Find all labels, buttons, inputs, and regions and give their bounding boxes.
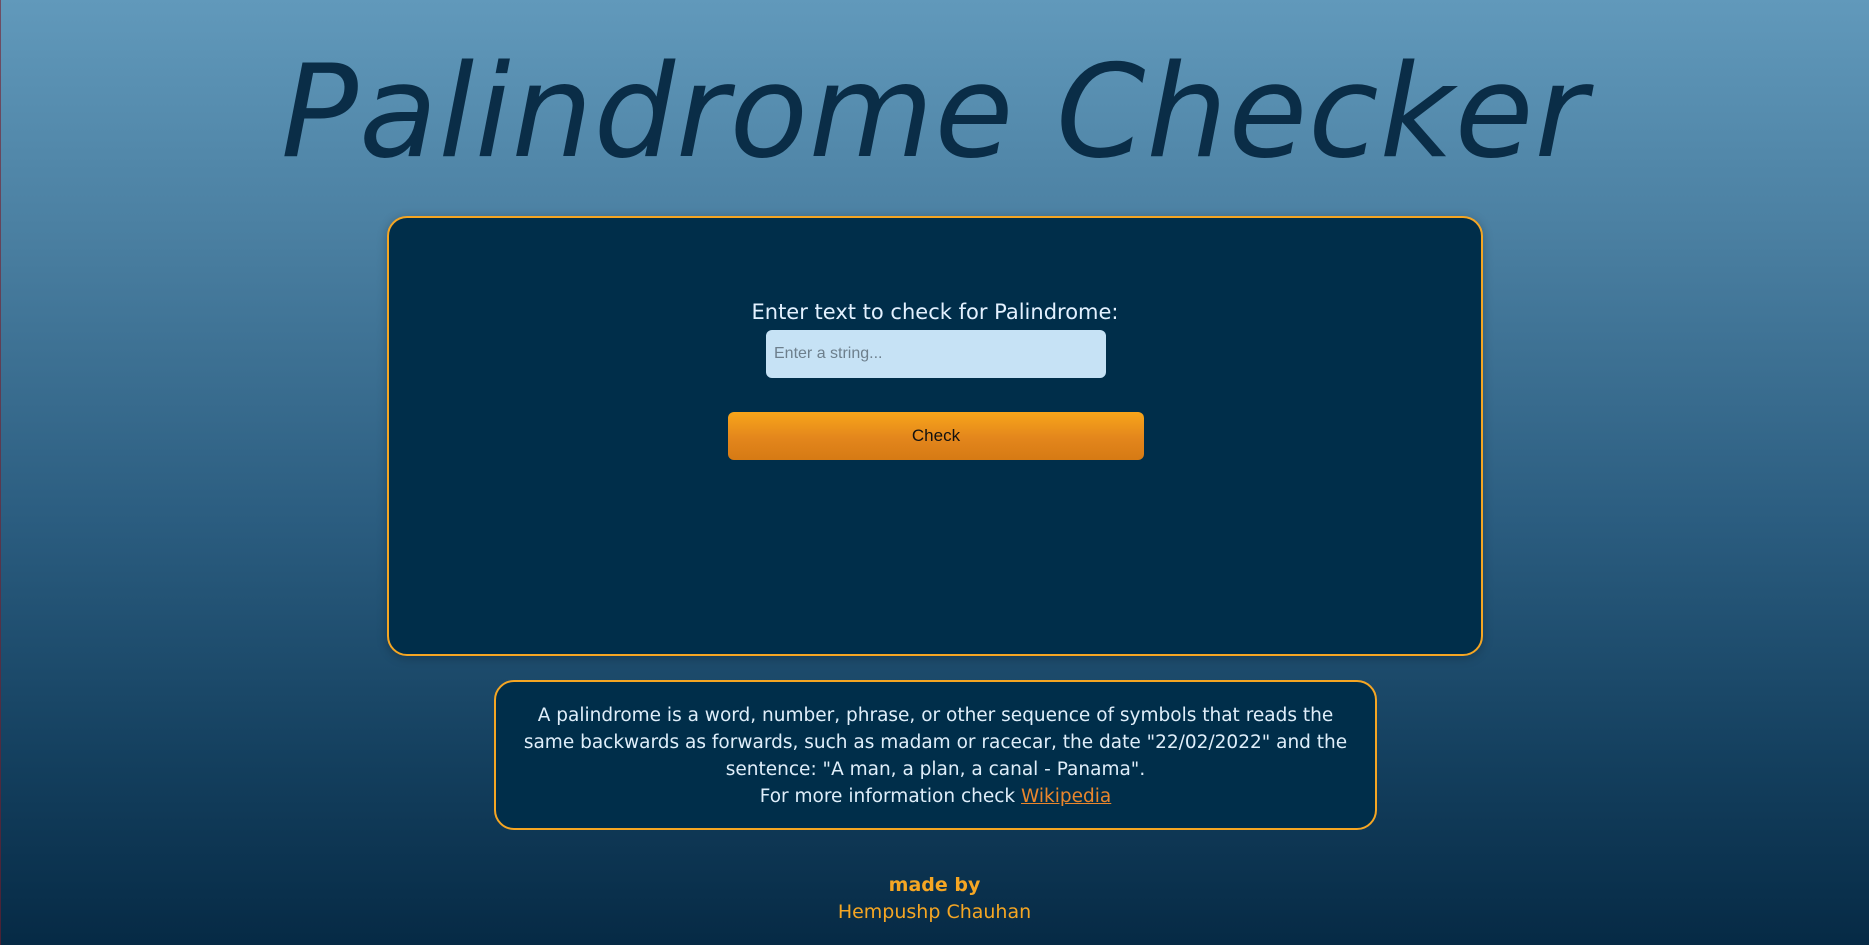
- checker-card: Enter text to check for Palindrome: Chec…: [387, 216, 1483, 656]
- wikipedia-link[interactable]: Wikipedia: [1021, 786, 1111, 807]
- author-name: Hempushp Chauhan: [837, 901, 1032, 923]
- input-label: Enter text to check for Palindrome:: [751, 300, 1119, 324]
- page-title: Palindrome Checker: [280, 38, 1589, 187]
- footer: made by Hempushp Chauhan: [0, 872, 1869, 926]
- more-info-text: For more information check: [759, 786, 1022, 807]
- check-button[interactable]: Check: [728, 412, 1144, 460]
- palindrome-description: A palindrome is a word, number, phrase, …: [523, 705, 1348, 780]
- info-card: A palindrome is a word, number, phrase, …: [494, 680, 1377, 830]
- made-by-label: made by: [888, 874, 981, 896]
- text-input[interactable]: [766, 330, 1106, 378]
